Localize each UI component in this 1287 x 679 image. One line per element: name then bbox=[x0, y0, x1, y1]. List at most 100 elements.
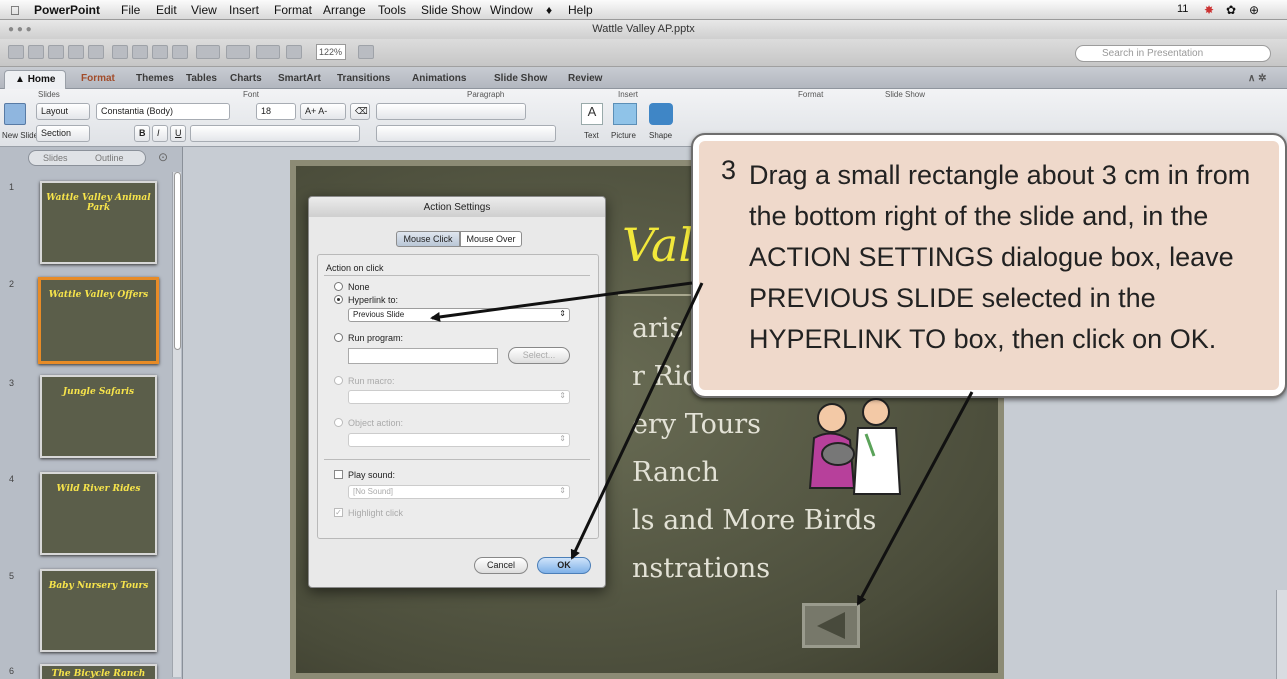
open-icon[interactable] bbox=[48, 45, 64, 59]
menu-tools[interactable]: Tools bbox=[378, 3, 406, 17]
tab-format[interactable]: Format bbox=[81, 73, 115, 84]
tab-home[interactable]: ▲ Home bbox=[4, 70, 67, 89]
zoom-field[interactable]: 122% bbox=[316, 44, 346, 60]
undo-icon[interactable] bbox=[226, 45, 250, 59]
time-machine-icon[interactable]: ⊕ bbox=[1249, 3, 1259, 17]
tab-review[interactable]: Review bbox=[568, 73, 602, 84]
macro-select[interactable]: ⇕ bbox=[348, 390, 570, 404]
radio-object-action[interactable] bbox=[334, 418, 343, 427]
gear-status-icon[interactable]: ✿ bbox=[1226, 3, 1236, 17]
editor-scrollbar[interactable] bbox=[1276, 590, 1287, 679]
tab-mouse-over[interactable]: Mouse Over bbox=[460, 231, 522, 247]
hyperlink-select[interactable]: Previous Slide ⇕ bbox=[348, 308, 570, 322]
slides-pane-scrollbar[interactable] bbox=[172, 172, 181, 677]
copy-icon[interactable] bbox=[132, 45, 148, 59]
font-grow-shrink-button[interactable]: A+ A- bbox=[300, 103, 346, 120]
print-icon[interactable] bbox=[88, 45, 104, 59]
bold-button[interactable]: B bbox=[134, 125, 150, 142]
play-sound-checkbox[interactable] bbox=[334, 470, 343, 479]
tab-charts[interactable]: Charts bbox=[230, 73, 262, 84]
cut-icon[interactable] bbox=[112, 45, 128, 59]
highlight-click-checkbox[interactable]: ✓ bbox=[334, 508, 343, 517]
shape-icon[interactable] bbox=[649, 103, 673, 125]
slide-thumbnail-5[interactable]: Baby Nursery Tours bbox=[40, 569, 157, 652]
new-slide-icon[interactable] bbox=[4, 103, 26, 125]
menu-view[interactable]: View bbox=[191, 3, 217, 17]
font-size-select[interactable]: 18 bbox=[256, 103, 296, 120]
menu-arrange[interactable]: Arrange bbox=[323, 3, 366, 17]
menu-slide-show[interactable]: Slide Show bbox=[421, 3, 481, 17]
previous-slide-action-button[interactable] bbox=[802, 603, 860, 648]
picture-icon[interactable] bbox=[613, 103, 637, 125]
font-name-select[interactable]: Constantia (Body) bbox=[96, 103, 230, 120]
radio-hyperlink[interactable] bbox=[334, 295, 343, 304]
tab-slides[interactable]: Slides bbox=[43, 153, 68, 163]
window-titlebar: ● ● ● Wattle Valley AP.pptx bbox=[0, 20, 1287, 39]
list-buttons[interactable] bbox=[376, 103, 526, 120]
program-path-input[interactable] bbox=[348, 348, 498, 364]
slide-thumbnail-6[interactable]: The Bicycle Ranch bbox=[40, 664, 157, 679]
ribbon-collapse-icon[interactable]: ∧ ✲ bbox=[1248, 73, 1266, 84]
script-menu-icon[interactable]: ♦ bbox=[546, 3, 552, 17]
play-sound-label: Play sound: bbox=[348, 470, 396, 480]
search-input[interactable]: Search in Presentation bbox=[1075, 45, 1271, 62]
slide-thumbnail-2[interactable]: Wattle Valley Offers bbox=[38, 277, 159, 364]
menu-file[interactable]: File bbox=[121, 3, 140, 17]
text-box-icon[interactable]: A bbox=[581, 103, 603, 125]
menu-insert[interactable]: Insert bbox=[229, 3, 259, 17]
ribbon-tabbar: ▲ Home Format Themes Tables Charts Smart… bbox=[0, 67, 1287, 89]
cancel-button[interactable]: Cancel bbox=[474, 557, 528, 574]
templates-icon[interactable] bbox=[28, 45, 44, 59]
sound-divider bbox=[324, 459, 590, 460]
tab-tables[interactable]: Tables bbox=[186, 73, 217, 84]
tab-mouse-click[interactable]: Mouse Click bbox=[396, 231, 460, 247]
instruction-callout: 3 Drag a small rectangle about 3 cm in f… bbox=[691, 133, 1287, 398]
redo-icon[interactable] bbox=[256, 45, 280, 59]
tab-slide-show[interactable]: Slide Show bbox=[494, 73, 547, 84]
underline-button[interactable]: U bbox=[170, 125, 186, 142]
action-on-click-label: Action on click bbox=[326, 263, 384, 273]
status-icon[interactable]: ✸ bbox=[1204, 3, 1214, 17]
menu-edit[interactable]: Edit bbox=[156, 3, 177, 17]
menu-bar:  PowerPoint File Edit View Insert Forma… bbox=[0, 0, 1287, 20]
menu-format[interactable]: Format bbox=[274, 3, 312, 17]
new-slide-label[interactable]: New Slide bbox=[2, 131, 38, 140]
save-icon[interactable] bbox=[68, 45, 84, 59]
group-slideshow-label: Slide Show bbox=[885, 90, 926, 99]
new-icon[interactable] bbox=[8, 45, 24, 59]
section-button[interactable]: Section bbox=[36, 125, 90, 142]
tab-smartart[interactable]: SmartArt bbox=[278, 73, 321, 84]
menu-window[interactable]: Window bbox=[490, 3, 533, 17]
app-menu[interactable]: PowerPoint bbox=[34, 3, 100, 17]
media-browser-icon[interactable] bbox=[196, 45, 220, 59]
radio-run-macro[interactable] bbox=[334, 376, 343, 385]
slide-thumbnail-3[interactable]: Jungle Safaris bbox=[40, 375, 157, 458]
font-effects-buttons[interactable] bbox=[190, 125, 360, 142]
select-program-button[interactable]: Select... bbox=[508, 347, 570, 364]
clear-format-icon[interactable]: ⌫ bbox=[350, 103, 370, 120]
slide-thumbnail-1[interactable]: Wattle Valley Animal Park bbox=[40, 181, 157, 264]
tab-themes[interactable]: Themes bbox=[136, 73, 174, 84]
tab-animations[interactable]: Animations bbox=[412, 73, 466, 84]
left-triangle-icon bbox=[817, 612, 845, 639]
slide-bullet-6: nstrations bbox=[632, 553, 771, 584]
tab-outline[interactable]: Outline bbox=[95, 153, 124, 163]
slide-thumbnail-4[interactable]: Wild River Rides bbox=[40, 472, 157, 555]
slide-show-icon[interactable] bbox=[286, 45, 302, 59]
layout-button[interactable]: Layout bbox=[36, 103, 90, 120]
tab-transitions[interactable]: Transitions bbox=[337, 73, 390, 84]
radio-none[interactable] bbox=[334, 282, 343, 291]
help-icon[interactable] bbox=[358, 45, 374, 59]
pane-options-icon[interactable]: ⊙ bbox=[158, 150, 168, 164]
alignment-buttons[interactable] bbox=[376, 125, 556, 142]
apple-menu-icon[interactable]:  bbox=[10, 3, 20, 18]
ok-button[interactable]: OK bbox=[537, 557, 591, 574]
object-action-select[interactable]: ⇕ bbox=[348, 433, 570, 447]
menu-help[interactable]: Help bbox=[568, 3, 593, 17]
format-painter-icon[interactable] bbox=[172, 45, 188, 59]
paste-icon[interactable] bbox=[152, 45, 168, 59]
italic-button[interactable]: I bbox=[152, 125, 168, 142]
sound-select[interactable]: [No Sound] ⇕ bbox=[348, 485, 570, 499]
radio-run-program[interactable] bbox=[334, 333, 343, 342]
scrollbar-thumb[interactable] bbox=[174, 172, 181, 350]
